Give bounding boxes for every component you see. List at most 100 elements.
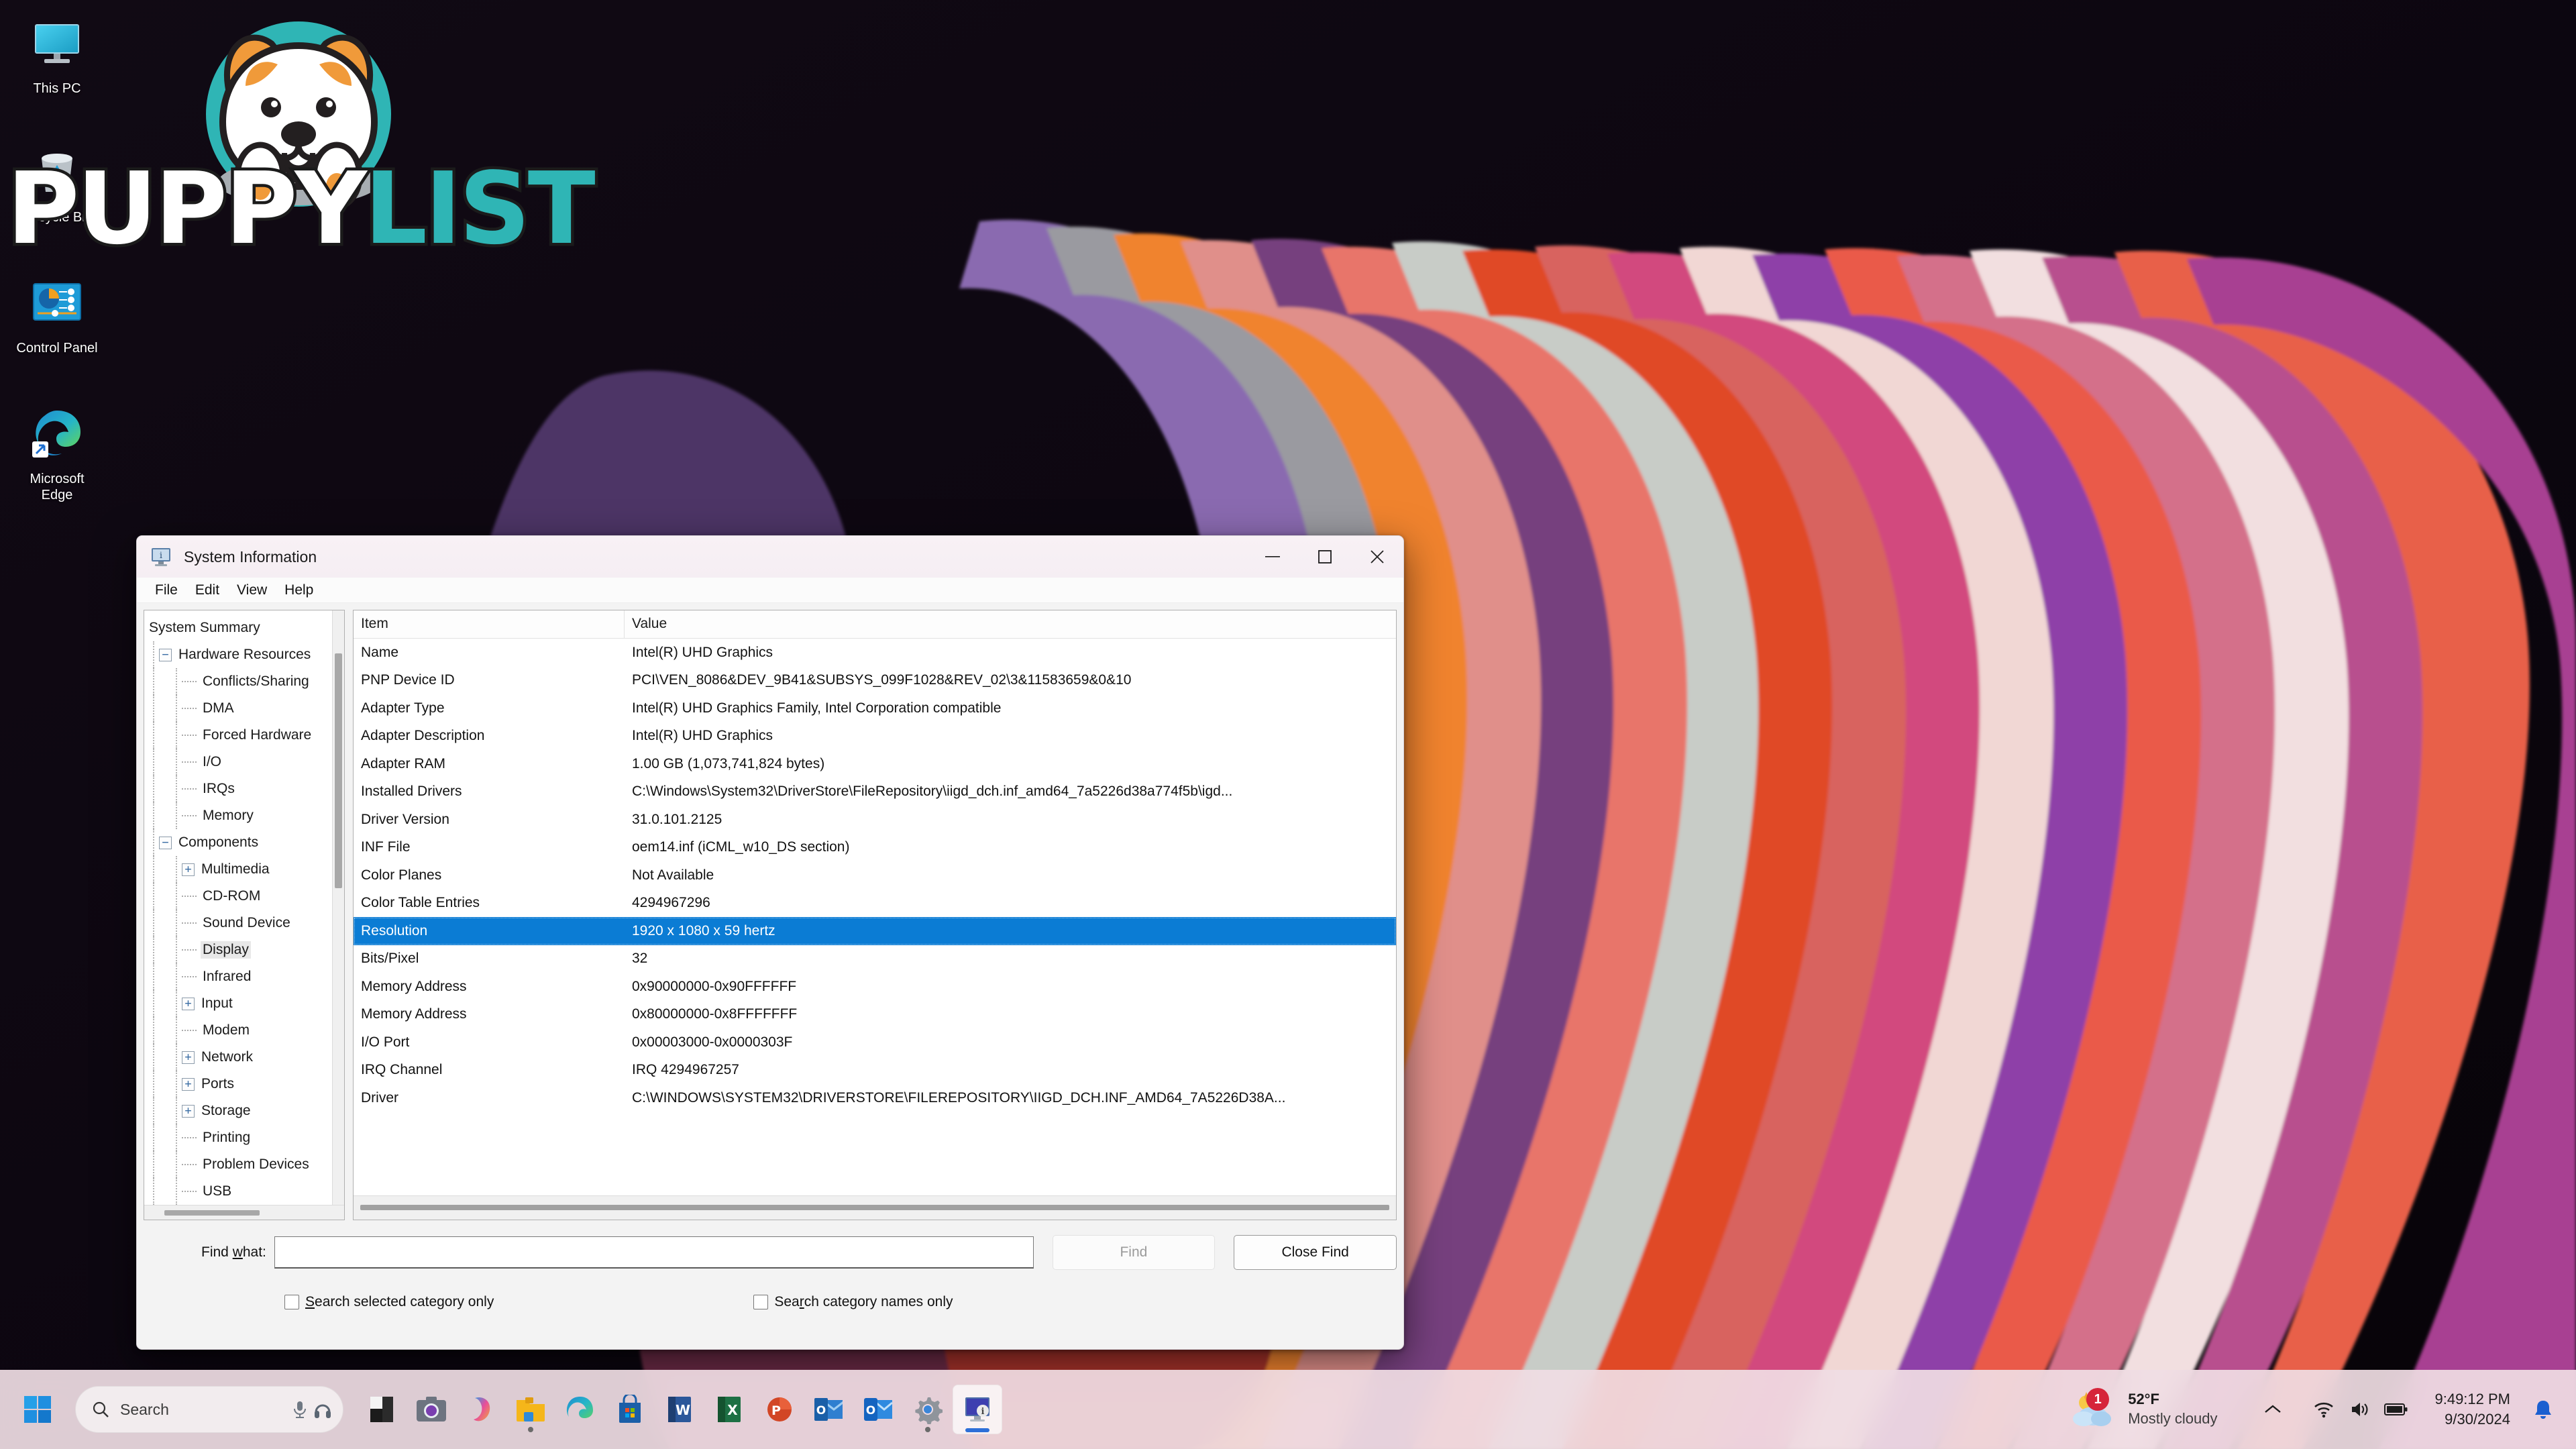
taskbar-search-box[interactable]: Search [75,1386,343,1433]
taskbar-app-system-information[interactable]: i [953,1385,1002,1434]
table-row[interactable]: Memory Address 0x90000000-0x90FFFFFF [354,973,1396,1001]
windows-taskbar[interactable]: Search W X P O O i 1 52°F Mostly cloudy … [0,1370,2576,1449]
battery-button[interactable] [2378,1389,2414,1430]
system-information-window[interactable]: i System Information File Edit View Help [136,535,1404,1350]
show-hidden-icons-button[interactable] [2255,1389,2291,1430]
network-button[interactable] [2306,1389,2342,1430]
table-row[interactable]: INF File oem14.inf (iCML_w10_DS section) [354,834,1396,862]
table-row[interactable]: IRQ Channel IRQ 4294967257 [354,1057,1396,1085]
table-row[interactable]: Name Intel(R) UHD Graphics [354,639,1396,667]
taskbar-app-microsoft-store[interactable] [605,1385,655,1434]
taskbar-app-word[interactable]: W [655,1385,704,1434]
collapse-toggle-icon[interactable]: − [159,836,172,849]
table-row[interactable]: Adapter Type Intel(R) UHD Graphics Family… [354,694,1396,722]
expand-toggle-icon[interactable]: + [182,1077,195,1091]
detail-hscroll-thumb[interactable] [360,1205,1389,1210]
table-row[interactable]: Adapter Description Intel(R) UHD Graphics [354,722,1396,751]
taskbar-app-lens[interactable] [357,1385,407,1434]
detail-column-headers[interactable]: Item Value [354,610,1396,639]
tree-item-cd-rom[interactable]: CD-ROM [144,883,344,910]
taskbar-apps[interactable]: W X P O O i [357,1385,1002,1434]
expand-toggle-icon[interactable]: + [182,997,195,1010]
table-row[interactable]: Driver C:\WINDOWS\SYSTEM32\DRIVERSTORE\FI… [354,1084,1396,1112]
expand-toggle-icon[interactable]: + [182,863,195,876]
expand-toggle-icon[interactable]: + [182,1051,195,1064]
close-button[interactable] [1351,536,1403,578]
search-category-names-checkbox[interactable]: Search category names only [753,1294,953,1310]
desktop-icon-microsoft-edge[interactable]: Microsoft Edge [7,402,107,503]
tree-vertical-scrollbar[interactable] [332,610,344,1220]
detail-list-pane[interactable]: Item Value Name Intel(R) UHD Graphics PNP … [353,610,1397,1220]
tree-item-i-o[interactable]: I/O [144,749,344,775]
tree-item-modem[interactable]: Modem [144,1017,344,1044]
taskbar-system-tray[interactable]: 1 52°F Mostly cloudy 9:49:12 PM 9/30/202… [2059,1370,2576,1449]
search-selected-category-checkbox[interactable]: Search selected category only [284,1294,494,1310]
minimize-button[interactable] [1246,536,1299,578]
desktop-icon-control-panel[interactable]: Control Panel [7,272,107,357]
notification-center-button[interactable] [2525,1389,2561,1430]
detail-horizontal-scrollbar[interactable] [354,1195,1396,1220]
table-row[interactable]: Color Table Entries 4294967296 [354,890,1396,918]
taskbar-app-excel[interactable]: X [704,1385,754,1434]
menu-edit[interactable]: Edit [186,580,228,601]
microphone-icon[interactable] [292,1400,308,1419]
table-row[interactable]: Color Planes Not Available [354,861,1396,890]
tree-item-forced-hardware[interactable]: Forced Hardware [144,722,344,749]
find-button[interactable]: Find [1052,1235,1216,1270]
expand-toggle-icon[interactable]: + [182,1104,195,1118]
menu-help[interactable]: Help [276,580,322,601]
desktop-icon-this-pc[interactable]: This PC [7,12,107,97]
tree-item-multimedia[interactable]: + Multimedia [144,856,344,883]
tree-hscroll-thumb[interactable] [164,1210,260,1216]
find-input[interactable] [274,1236,1034,1269]
category-tree-pane[interactable]: System Summary − Hardware Resources Conflic… [144,610,345,1220]
table-row[interactable]: I/O Port 0x00003000-0x0000303F [354,1028,1396,1057]
tree-item-sound-device[interactable]: Sound Device [144,910,344,936]
taskbar-app-outlook-new[interactable]: O [853,1385,903,1434]
tree-item-ports[interactable]: + Ports [144,1071,344,1097]
tree-item-display[interactable]: Display [144,936,344,963]
tree-item-memory[interactable]: Memory [144,802,344,829]
detail-rows[interactable]: Name Intel(R) UHD Graphics PNP Device ID PC… [354,639,1396,1195]
checkbox-box[interactable] [284,1295,299,1309]
tree-horizontal-scrollbar[interactable] [144,1205,344,1220]
tree-vscroll-thumb[interactable] [335,653,342,888]
taskbar-app-copilot[interactable] [456,1385,506,1434]
tree-item-system-summary[interactable]: System Summary [144,614,344,641]
tree-item-hardware-resources[interactable]: − Hardware Resources [144,641,344,668]
taskbar-app-file-explorer[interactable] [506,1385,555,1434]
collapse-toggle-icon[interactable]: − [159,648,172,661]
start-button[interactable] [15,1387,60,1432]
tree-item-conflicts-sharing[interactable]: Conflicts/Sharing [144,668,344,695]
taskbar-app-camera[interactable] [407,1385,456,1434]
taskbar-clock[interactable]: 9:49:12 PM 9/30/2024 [2425,1385,2520,1433]
menu-view[interactable]: View [228,580,276,601]
table-row[interactable]: Installed Drivers C:\Windows\System32\Dri… [354,778,1396,806]
headphones-icon[interactable] [313,1400,332,1419]
window-titlebar[interactable]: i System Information [137,536,1403,578]
maximize-button[interactable] [1299,536,1351,578]
tree-item-input[interactable]: + Input [144,990,344,1017]
close-find-button[interactable]: Close Find [1234,1235,1397,1270]
tree-item-problem-devices[interactable]: Problem Devices [144,1151,344,1178]
tree-item-infrared[interactable]: Infrared [144,963,344,990]
table-row[interactable]: PNP Device ID PCI\VEN_8086&DEV_9B41&SUBSY… [354,667,1396,695]
desktop-icon-recycle-bin[interactable]: Recycle Bin [7,141,107,226]
column-header-value[interactable]: Value [625,610,1396,638]
volume-button[interactable] [2342,1389,2378,1430]
column-header-item[interactable]: Item [354,610,625,638]
taskbar-app-outlook-classic[interactable]: O [804,1385,853,1434]
tree-item-irqs[interactable]: IRQs [144,775,344,802]
taskbar-weather-widget[interactable]: 1 52°F Mostly cloudy [2059,1386,2228,1432]
window-menubar[interactable]: File Edit View Help [137,578,1403,603]
tree-item-network[interactable]: + Network [144,1044,344,1071]
window-controls[interactable] [1246,536,1403,578]
taskbar-app-settings[interactable] [903,1385,953,1434]
tree-item-printing[interactable]: Printing [144,1124,344,1151]
table-row[interactable]: Resolution 1920 x 1080 x 59 hertz [354,917,1396,945]
table-row[interactable]: Adapter RAM 1.00 GB (1,073,741,824 bytes) [354,750,1396,778]
menu-file[interactable]: File [146,580,186,601]
checkbox-box[interactable] [753,1295,769,1309]
table-row[interactable]: Memory Address 0x80000000-0x8FFFFFFF [354,1001,1396,1029]
tree-item-components[interactable]: − Components [144,829,344,856]
